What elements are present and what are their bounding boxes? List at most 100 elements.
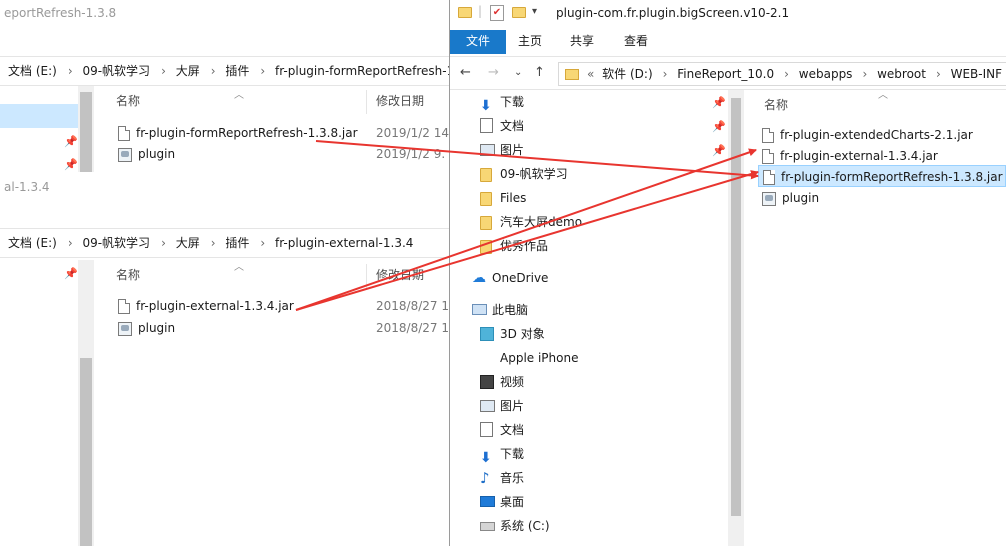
address-crumb[interactable]: 软件 (D:) (602, 67, 652, 81)
plugin-file-icon (118, 321, 132, 336)
breadcrumb-separator-icon: › (662, 67, 668, 81)
sort-chevron-icon: ︿ (234, 90, 244, 101)
breadcrumb-item[interactable]: 插件 (225, 64, 249, 78)
address-crumb[interactable]: WEB-INF (951, 67, 1002, 81)
tab-file[interactable]: 文件 (450, 30, 506, 54)
file-icon (762, 128, 774, 143)
breadcrumb-separator-icon: › (210, 64, 216, 78)
onedrive-cloud-icon: ☁ (472, 270, 486, 286)
breadcrumb-separator-icon: › (67, 64, 73, 78)
file-date: 2019/1/2 9. (376, 147, 446, 161)
file-name: fr-plugin-extendedCharts-2.1.jar (780, 128, 973, 142)
pictures-icon (480, 400, 495, 412)
nav-scrollbar[interactable] (728, 90, 744, 546)
pin-icon[interactable]: 📌 (712, 144, 726, 157)
file-list: ︿ 名称 fr-plugin-extendedCharts-2.1.jar fr… (744, 90, 1006, 546)
sort-chevron-icon: ︿ (878, 90, 888, 101)
file-row[interactable]: plugin (118, 317, 175, 339)
breadcrumb-item[interactable]: 文档 (E:) (8, 64, 57, 78)
pin-icon[interactable]: 📌 (712, 120, 726, 133)
pin-icon: 📌 (64, 158, 78, 171)
breadcrumb-item[interactable]: 文档 (E:) (8, 236, 57, 250)
breadcrumb-separator-icon: › (210, 236, 216, 250)
file-icon (118, 126, 130, 141)
file-row[interactable]: fr-plugin-extendedCharts-2.1.jar (758, 124, 973, 146)
up-arrow-icon[interactable]: ↑ (534, 65, 545, 80)
column-divider[interactable] (366, 90, 367, 114)
breadcrumb[interactable]: 文档 (E:) › 09-帆软学习 › 大屏 › 插件 › fr-plugin-exte… (0, 228, 449, 258)
folder-icon (565, 69, 579, 80)
file-row[interactable]: fr-plugin-formReportRefresh-1.3.8.jar (118, 122, 358, 144)
desktop-icon (480, 496, 495, 507)
breadcrumb-separator-icon: › (260, 64, 266, 78)
folder-icon (458, 7, 472, 18)
file-date: 2019/1/2 14 (376, 126, 449, 140)
file-name: fr-plugin-formReportRefresh-1.3.8.jar (136, 126, 358, 140)
file-name: fr-plugin-external-1.3.4.jar (136, 299, 294, 313)
nav-scrollbar-thumb[interactable] (731, 98, 741, 516)
breadcrumb-item[interactable]: 09-帆软学习 (82, 236, 150, 250)
back-arrow-icon[interactable]: ← (460, 65, 471, 80)
navigation-pane: ⬇ 下载 📌 文档 📌 图片 📌 09-帆软学习 Files 汽车大屏demo 优… (472, 95, 726, 533)
file-row[interactable]: plugin (758, 187, 819, 209)
column-divider[interactable] (366, 264, 367, 288)
file-name: fr-plugin-external-1.3.4.jar (780, 149, 938, 163)
column-header-name[interactable]: 名称 (116, 264, 140, 288)
explorer-window-formreportrefresh: eportRefresh-1.3.8 文档 (E:) › 09-帆软学习 › 大屏 ›… (0, 0, 449, 180)
address-crumb[interactable]: webapps (799, 67, 853, 81)
tab-share[interactable]: 共享 (566, 30, 598, 54)
quick-access-dropdown-icon[interactable]: ▾ (532, 6, 537, 17)
address-overflow[interactable]: « (587, 67, 594, 81)
properties-icon[interactable]: ✔ (490, 5, 504, 21)
window-title: al-1.3.4 (4, 180, 50, 194)
breadcrumb-separator-icon: › (260, 236, 266, 250)
breadcrumb-separator-icon: › (161, 64, 166, 78)
window-title: eportRefresh-1.3.8 (4, 6, 117, 20)
breadcrumb-separator-icon: › (935, 67, 941, 81)
video-icon (480, 375, 494, 389)
tab-view[interactable]: 查看 (620, 30, 652, 54)
new-folder-icon[interactable] (512, 7, 526, 18)
column-header-modified[interactable]: 修改日期 (376, 264, 424, 288)
nav-selected-item[interactable] (0, 104, 78, 128)
folder-icon (480, 240, 492, 254)
document-icon (480, 422, 493, 437)
file-row-selected[interactable]: fr-plugin-formReportRefresh-1.3.8.jar (758, 165, 1006, 187)
download-icon: ⬇ (480, 98, 492, 114)
file-name: fr-plugin-formReportRefresh-1.3.8.jar (781, 170, 1003, 184)
breadcrumb-item[interactable]: fr-plugin-external-1.3.4 (275, 236, 413, 250)
nav-scrollbar-thumb[interactable] (80, 92, 92, 178)
forward-arrow-icon[interactable]: → (488, 65, 499, 80)
column-header-modified[interactable]: 修改日期 (376, 90, 424, 114)
pin-icon[interactable]: 📌 (712, 96, 726, 109)
file-icon (763, 170, 775, 185)
file-row[interactable]: plugin (118, 143, 175, 165)
file-row[interactable]: fr-plugin-external-1.3.4.jar (118, 295, 294, 317)
breadcrumb-separator-icon: › (67, 236, 73, 250)
toolbar-divider: | (478, 4, 483, 18)
document-icon (480, 118, 493, 133)
file-row[interactable]: fr-plugin-external-1.3.4.jar (758, 145, 938, 167)
tab-home[interactable]: 主页 (514, 30, 546, 54)
file-date: 2018/8/27 1 (376, 321, 449, 335)
file-name: plugin (138, 321, 176, 335)
breadcrumb-item[interactable]: 插件 (225, 236, 249, 250)
this-pc-icon (472, 304, 487, 315)
folder-icon (480, 216, 492, 230)
column-header-name[interactable]: 名称 (116, 90, 140, 114)
column-header-name[interactable]: 名称 (764, 94, 788, 118)
window-title: plugin-com.fr.plugin.bigScreen.v10-2.1 (556, 6, 790, 20)
recent-locations-chevron-icon[interactable]: ⌄ (514, 67, 522, 78)
address-crumb[interactable]: FineReport_10.0 (677, 67, 774, 81)
breadcrumb-item[interactable]: fr-plugin-formReportRefresh-1 (275, 64, 449, 78)
address-path[interactable]: « 软件 (D:) › FineReport_10.0 › webapps › web… (558, 62, 1006, 86)
breadcrumb-separator-icon: › (161, 236, 166, 250)
breadcrumb-item[interactable]: 09-帆软学习 (82, 64, 150, 78)
pin-icon: 📌 (64, 135, 78, 148)
nav-scrollbar-thumb[interactable] (80, 358, 92, 546)
address-crumb[interactable]: webroot (877, 67, 926, 81)
plugin-file-icon (118, 147, 132, 162)
breadcrumb-item[interactable]: 大屏 (176, 236, 200, 250)
breadcrumb-item[interactable]: 大屏 (176, 64, 200, 78)
breadcrumb[interactable]: 文档 (E:) › 09-帆软学习 › 大屏 › 插件 › fr-plugin-form… (0, 56, 449, 86)
